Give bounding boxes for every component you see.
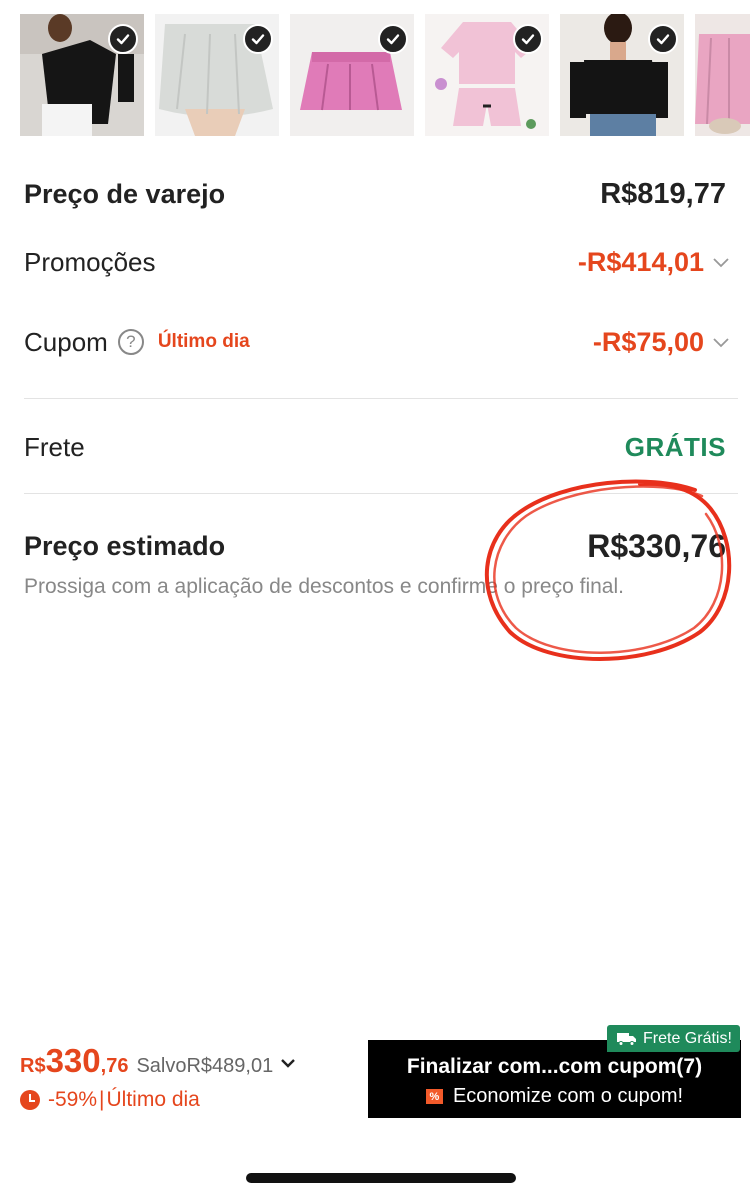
separator: | bbox=[99, 1088, 105, 1111]
retail-price-label: Preço de varejo bbox=[24, 178, 226, 209]
product-thumbnail[interactable] bbox=[290, 14, 414, 136]
bottom-price-decimal: ,76 bbox=[100, 1055, 129, 1077]
free-shipping-badge: Frete Grátis! bbox=[607, 1025, 740, 1052]
product-thumbnail[interactable] bbox=[20, 14, 144, 136]
bottom-price-integer: 330 bbox=[45, 1042, 101, 1079]
coupon-deadline-tag: Último dia bbox=[157, 331, 250, 352]
promotions-label: Promoções bbox=[24, 246, 156, 277]
home-indicator[interactable] bbox=[246, 1173, 516, 1183]
bottom-price-currency: R$ bbox=[20, 1055, 46, 1077]
discount-percent: -59% bbox=[48, 1088, 98, 1111]
selected-check-icon[interactable] bbox=[243, 24, 273, 54]
checkout-subtitle: Economize com o cupom! bbox=[452, 1085, 684, 1107]
chevron-down-icon[interactable] bbox=[279, 1054, 297, 1072]
red-circle-annotation bbox=[484, 479, 732, 661]
selected-check-icon[interactable] bbox=[513, 24, 543, 54]
free-shipping-text: Frete Grátis! bbox=[643, 1029, 732, 1047]
saved-amount: SalvoR$489,01 bbox=[136, 1055, 274, 1077]
deadline-text: Último dia bbox=[106, 1088, 200, 1111]
product-thumbnail[interactable] bbox=[695, 14, 750, 136]
estimated-price-value: R$330,76 bbox=[587, 527, 726, 564]
bottom-price[interactable]: R$ 330 ,76 SalvoR$489,01 bbox=[20, 1042, 297, 1080]
product-thumbnail[interactable] bbox=[560, 14, 684, 136]
pink-skirt-partial-image bbox=[695, 14, 750, 136]
estimated-price-row: Preço estimado R$330,76 bbox=[24, 526, 726, 566]
promotions-value: -R$414,01 bbox=[577, 246, 704, 277]
coupon-value: -R$75,00 bbox=[592, 326, 704, 357]
divider bbox=[24, 398, 738, 399]
divider bbox=[24, 493, 738, 494]
help-icon[interactable]: ? bbox=[117, 329, 144, 355]
retail-price-row: Preço de varejo R$819,77 bbox=[24, 174, 726, 214]
clock-icon bbox=[20, 1090, 40, 1110]
promotions-row[interactable]: Promoções -R$414,01 bbox=[24, 242, 732, 282]
shipping-row: Frete GRÁTIS bbox=[24, 427, 726, 467]
estimated-price-label: Preço estimado bbox=[24, 530, 226, 561]
selected-check-icon[interactable] bbox=[648, 24, 678, 54]
checkout-title: Finalizar com...com cupom(7) bbox=[406, 1055, 703, 1078]
coupon-label: Cupom bbox=[24, 326, 108, 357]
selected-check-icon[interactable] bbox=[108, 24, 138, 54]
product-thumbnail[interactable] bbox=[155, 14, 279, 136]
chevron-down-icon[interactable] bbox=[710, 331, 732, 353]
retail-price-value: R$819,77 bbox=[600, 177, 726, 210]
shipping-label: Frete bbox=[24, 431, 85, 462]
checkout-subtitle-line: % Economize com o cupom! bbox=[368, 1085, 741, 1108]
product-thumbnail[interactable] bbox=[425, 14, 549, 136]
shipping-value: GRÁTIS bbox=[624, 431, 726, 462]
selected-check-icon[interactable] bbox=[378, 24, 408, 54]
product-thumbnail-strip bbox=[20, 14, 750, 136]
bottom-discount-line: -59% | Último dia bbox=[20, 1088, 200, 1112]
coupon-icon: % bbox=[425, 1089, 443, 1104]
truck-icon bbox=[617, 1032, 636, 1046]
estimated-price-note: Prossiga com a aplicação de descontos e … bbox=[24, 575, 624, 598]
chevron-down-icon[interactable] bbox=[710, 251, 732, 273]
coupon-row[interactable]: Cupom ? Último dia -R$75,00 bbox=[24, 322, 732, 362]
